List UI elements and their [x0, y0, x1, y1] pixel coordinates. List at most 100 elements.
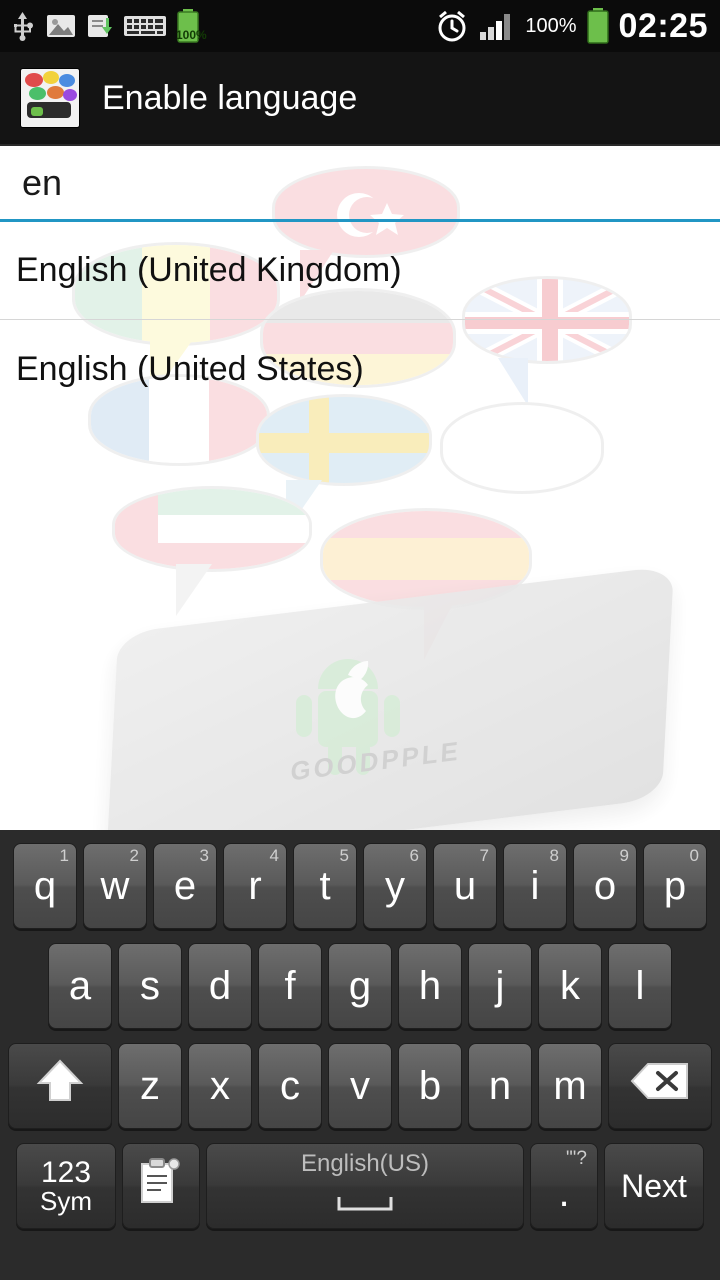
backspace-icon: [630, 1061, 690, 1111]
key-r[interactable]: 4 r: [223, 843, 287, 929]
key-v-label: v: [350, 1063, 370, 1108]
space-key-language-label: English(US): [300, 1149, 430, 1177]
backspace-key[interactable]: [608, 1043, 712, 1129]
language-label: English (United States): [16, 349, 364, 388]
key-e-sup: 3: [199, 846, 209, 865]
symbols-key[interactable]: 123 Sym: [16, 1143, 116, 1229]
keyboard-row-3: z x c v b n m: [4, 1036, 716, 1136]
key-w[interactable]: 2 w: [83, 843, 147, 929]
key-a-label: a: [68, 963, 92, 1008]
key-v[interactable]: v: [328, 1043, 392, 1129]
key-t[interactable]: 5 t: [293, 843, 357, 929]
usb-icon: [10, 11, 36, 41]
period-key[interactable]: "'? .: [530, 1143, 598, 1229]
status-bar-left-icons: 100%: [0, 9, 435, 43]
key-y-sup: 6: [409, 846, 419, 865]
battery-icon: [586, 8, 609, 44]
key-x-label: x: [210, 1063, 230, 1108]
key-e-label: e: [173, 863, 197, 908]
content-area: GOODPPLE English (United Kingdom) Englis…: [0, 146, 720, 830]
download-icon: [86, 12, 114, 40]
key-d[interactable]: d: [188, 943, 252, 1029]
shift-icon: [36, 1058, 84, 1114]
key-y-label: y: [385, 863, 405, 908]
key-q-label: q: [33, 863, 57, 908]
key-i[interactable]: 8 i: [503, 843, 567, 929]
key-n[interactable]: n: [468, 1043, 532, 1129]
clipboard-key[interactable]: [122, 1143, 200, 1229]
keyboard-row-1: 1 q 2 w 3 e 4 r 5 t 6 y 7 u 8 i 9 o 0 p: [4, 836, 716, 936]
key-m[interactable]: m: [538, 1043, 602, 1129]
key-p[interactable]: 0 p: [643, 843, 707, 929]
key-e[interactable]: 3 e: [153, 843, 217, 929]
key-h-label: h: [418, 963, 442, 1008]
key-u-sup: 7: [479, 846, 489, 865]
key-f[interactable]: f: [258, 943, 322, 1029]
key-z-label: z: [140, 1063, 160, 1108]
key-c[interactable]: c: [258, 1043, 322, 1129]
space-key[interactable]: English(US): [206, 1143, 524, 1229]
key-y[interactable]: 6 y: [363, 843, 427, 929]
image-icon: [46, 13, 76, 39]
period-key-sup: "'?: [566, 1148, 587, 1169]
key-j-label: j: [495, 963, 505, 1008]
key-u[interactable]: 7 u: [433, 843, 497, 929]
key-b-label: b: [418, 1063, 442, 1108]
enter-key[interactable]: Next: [604, 1143, 704, 1229]
key-i-sup: 8: [549, 846, 559, 865]
status-bar: 100% 100% 02:25: [0, 0, 720, 52]
key-o[interactable]: 9 o: [573, 843, 637, 929]
key-h[interactable]: h: [398, 943, 462, 1029]
symbols-key-line2: Sym: [40, 1186, 92, 1217]
keyboard-row-2: a s d f g h j k l: [4, 936, 716, 1036]
keyboard-icon: [124, 13, 166, 39]
search-field-wrapper[interactable]: [0, 146, 720, 222]
key-n-label: n: [488, 1063, 512, 1108]
key-c-label: c: [280, 1063, 300, 1108]
app-icon-flags: [20, 68, 80, 128]
key-p-sup: 0: [689, 846, 699, 865]
period-key-label: .: [558, 1170, 570, 1215]
key-x[interactable]: x: [188, 1043, 252, 1129]
key-u-label: u: [453, 863, 477, 908]
enter-key-label: Next: [621, 1167, 687, 1204]
speech-bubble-uae: [112, 486, 312, 572]
key-k-label: k: [560, 963, 580, 1008]
key-s[interactable]: s: [118, 943, 182, 1029]
page-title: Enable language: [102, 78, 358, 117]
key-w-sup: 2: [129, 846, 139, 865]
key-g[interactable]: g: [328, 943, 392, 1029]
signal-icon: [479, 11, 515, 41]
shift-key[interactable]: [8, 1043, 112, 1129]
key-b[interactable]: b: [398, 1043, 462, 1129]
key-q[interactable]: 1 q: [13, 843, 77, 929]
key-l[interactable]: l: [608, 943, 672, 1029]
key-d-label: d: [208, 963, 232, 1008]
key-t-sup: 5: [339, 846, 349, 865]
search-input[interactable]: [0, 146, 720, 219]
keyboard-row-4: 123 Sym English(US) "'? . Next: [4, 1136, 716, 1236]
key-g-label: g: [348, 963, 372, 1008]
key-r-sup: 4: [269, 846, 279, 865]
key-a[interactable]: a: [48, 943, 112, 1029]
key-z[interactable]: z: [118, 1043, 182, 1129]
key-t-label: t: [319, 863, 331, 908]
space-bar-glyph: [335, 1178, 395, 1223]
alarm-icon: [435, 9, 469, 43]
key-p-label: p: [663, 863, 687, 908]
symbols-key-line1: 123: [40, 1155, 92, 1189]
key-o-label: o: [593, 863, 617, 908]
soft-keyboard: 1 q 2 w 3 e 4 r 5 t 6 y 7 u 8 i 9 o 0 p …: [0, 830, 720, 1280]
action-bar: Enable language: [0, 52, 720, 146]
key-f-label: f: [284, 963, 296, 1008]
status-bar-right-icons: 100% 02:25: [435, 0, 720, 52]
key-k[interactable]: k: [538, 943, 602, 1029]
key-w-label: w: [100, 863, 130, 908]
list-item[interactable]: English (United States): [0, 320, 720, 418]
list-item[interactable]: English (United Kingdom): [0, 222, 720, 320]
battery-small-label: 100%: [176, 28, 207, 42]
clock-label: 02:25: [618, 7, 708, 45]
key-j[interactable]: j: [468, 943, 532, 1029]
key-r-label: r: [248, 863, 262, 908]
key-i-label: i: [530, 863, 540, 908]
